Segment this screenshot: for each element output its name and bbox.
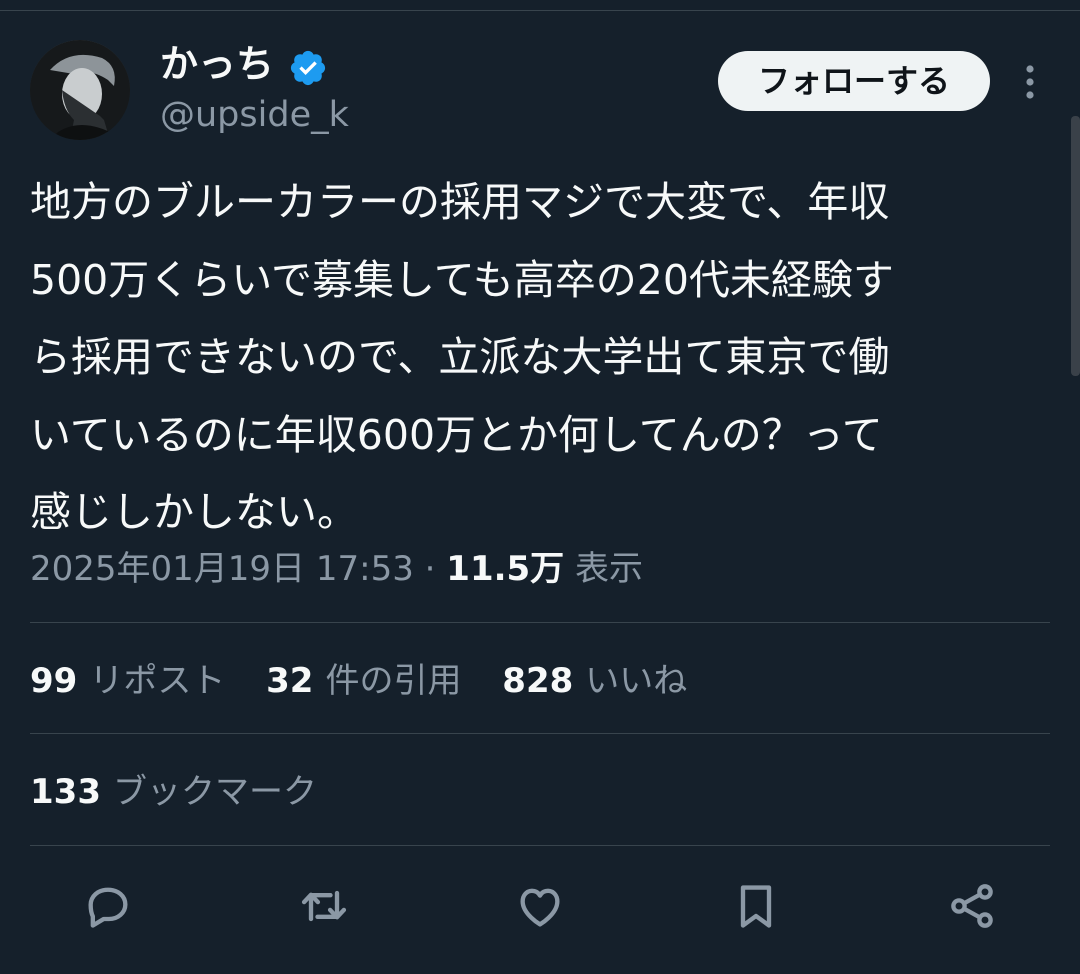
avatar-photo <box>30 40 130 140</box>
tweet-text-line: 感じしかしない。 <box>30 488 358 536</box>
quotes-stat[interactable]: 32 件の引用 <box>266 657 461 705</box>
user-handle[interactable]: @upside_k <box>160 92 349 138</box>
tweet-text-line: いているのに年収600万とか何してんの？って <box>30 410 883 459</box>
view-count: 11.5万 <box>446 549 565 589</box>
likes-count: 828 <box>502 661 574 701</box>
likes-stat[interactable]: 828 いいね <box>502 657 687 705</box>
retweet-icon[interactable] <box>298 880 350 932</box>
tweet-text-line: 地方のブルーカラーの採用マジで大変で、年収 <box>30 178 890 226</box>
quotes-count: 32 <box>266 661 314 701</box>
reply-icon[interactable] <box>82 880 134 932</box>
scrollbar[interactable] <box>1071 116 1080 376</box>
bookmarks-label: ブックマーク <box>112 772 317 812</box>
likes-label: いいね <box>585 661 688 701</box>
reposts-stat[interactable]: 99 リポスト <box>30 657 225 705</box>
tweet-text-line: 500万くらいで募集しても高卒の20代未経験す <box>30 255 894 304</box>
divider <box>30 733 1050 734</box>
avatar[interactable] <box>30 40 130 140</box>
reposts-count: 99 <box>30 661 78 701</box>
tweet-meta: 2025年01月19日 17:53 · 11.5万 表示 <box>30 545 643 593</box>
verified-badge-icon <box>288 48 328 88</box>
bookmark-icon[interactable] <box>730 880 782 932</box>
tweet-text-line: ら採用できないので、立派な大学出て東京で働 <box>30 333 890 381</box>
follow-button[interactable]: フォローする <box>718 51 990 111</box>
display-name[interactable]: かっち <box>160 38 274 90</box>
tweet-timestamp[interactable]: 2025年01月19日 17:53 <box>30 549 414 589</box>
tweet-detail-page: かっち @upside_k フォローする 地方のブルーカラーの採用マジで大変で、… <box>0 0 1080 974</box>
share-icon[interactable] <box>946 880 998 932</box>
like-icon[interactable] <box>514 880 566 932</box>
quotes-label: 件の引用 <box>325 661 462 701</box>
divider <box>30 622 1050 623</box>
divider <box>30 845 1050 846</box>
meta-separator: · <box>424 549 436 589</box>
more-options-icon[interactable] <box>1014 62 1046 102</box>
tweet-text: 地方のブルーカラーの採用マジで大変で、年収 500万くらいで募集しても高卒の20… <box>30 164 1050 552</box>
bookmarks-stat[interactable]: 133 ブックマーク <box>30 768 317 816</box>
reposts-label: リポスト <box>89 661 226 701</box>
view-label: 表示 <box>575 549 643 589</box>
bookmarks-count: 133 <box>30 772 101 812</box>
engagement-stats: 99 リポスト 32 件の引用 828 いいね <box>30 657 717 705</box>
top-divider <box>0 10 1080 11</box>
